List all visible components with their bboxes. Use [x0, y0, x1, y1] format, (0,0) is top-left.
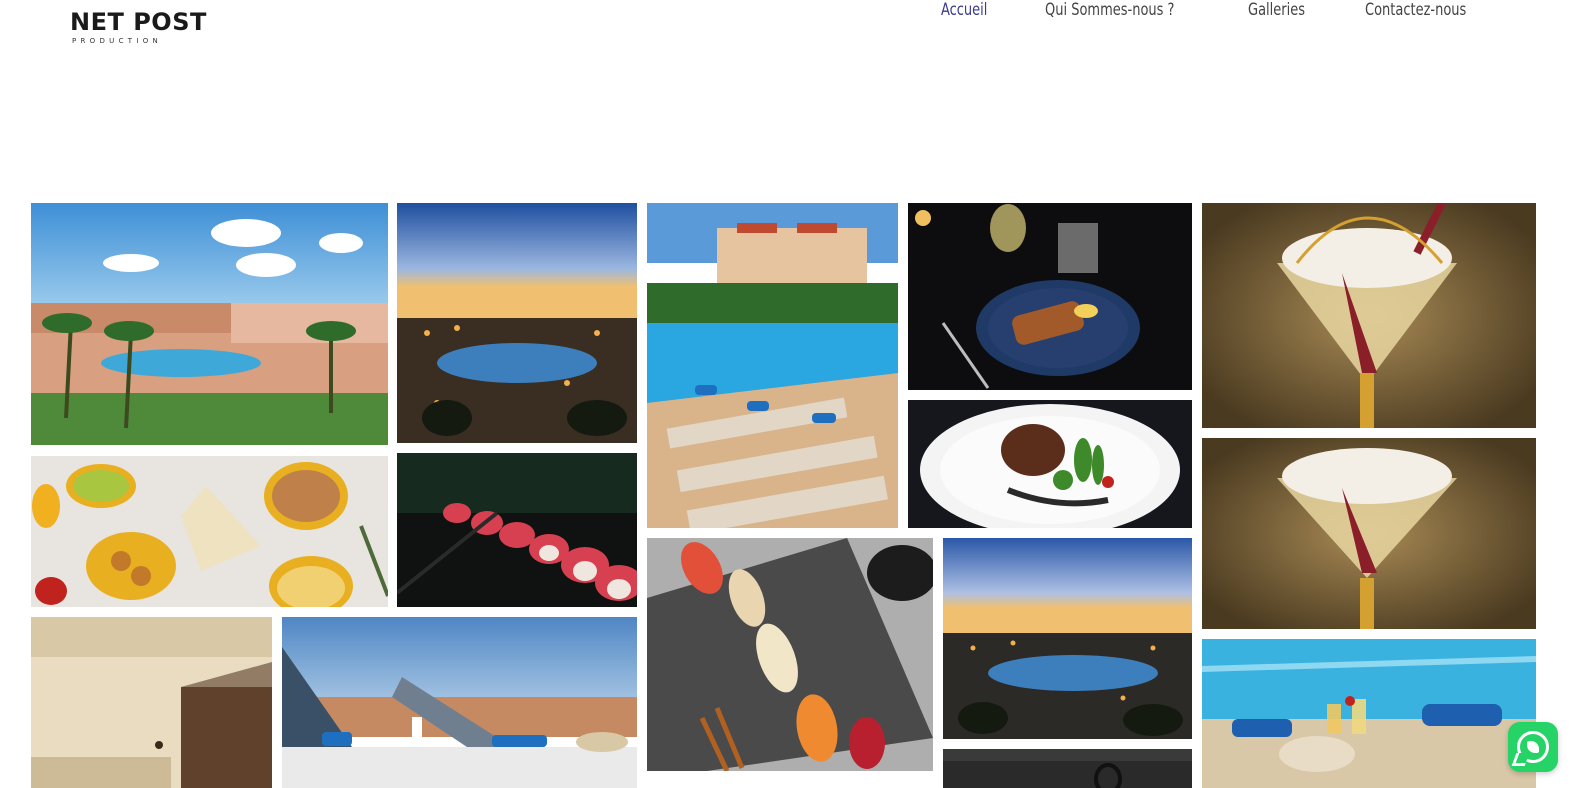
photo-resort-night-aerial[interactable] [397, 203, 637, 443]
photo-resort-night-aerial-2[interactable] [943, 538, 1192, 739]
photo-dessert-cocktail[interactable] [1202, 203, 1536, 428]
whatsapp-button[interactable] [1508, 722, 1558, 772]
whatsapp-icon [1517, 731, 1549, 763]
photo-sushi-slate[interactable] [647, 538, 933, 771]
photo-poolside-drinks[interactable] [1202, 639, 1536, 788]
photo-dessert-cocktail-2[interactable] [1202, 438, 1536, 629]
photo-object-dark[interactable] [943, 749, 1192, 788]
photo-pool-loungers[interactable] [647, 203, 898, 528]
photo-gallery [0, 0, 1582, 788]
photo-tapas-spread[interactable] [31, 456, 388, 607]
photo-resort-pool-day[interactable] [31, 203, 388, 445]
photo-steak-plate[interactable] [908, 400, 1192, 528]
photo-beach-loungers[interactable] [282, 617, 637, 788]
photo-hotel-room[interactable] [31, 617, 272, 788]
photo-plated-dish-dark[interactable] [908, 203, 1192, 390]
photo-sushi-rolls[interactable] [397, 453, 637, 607]
